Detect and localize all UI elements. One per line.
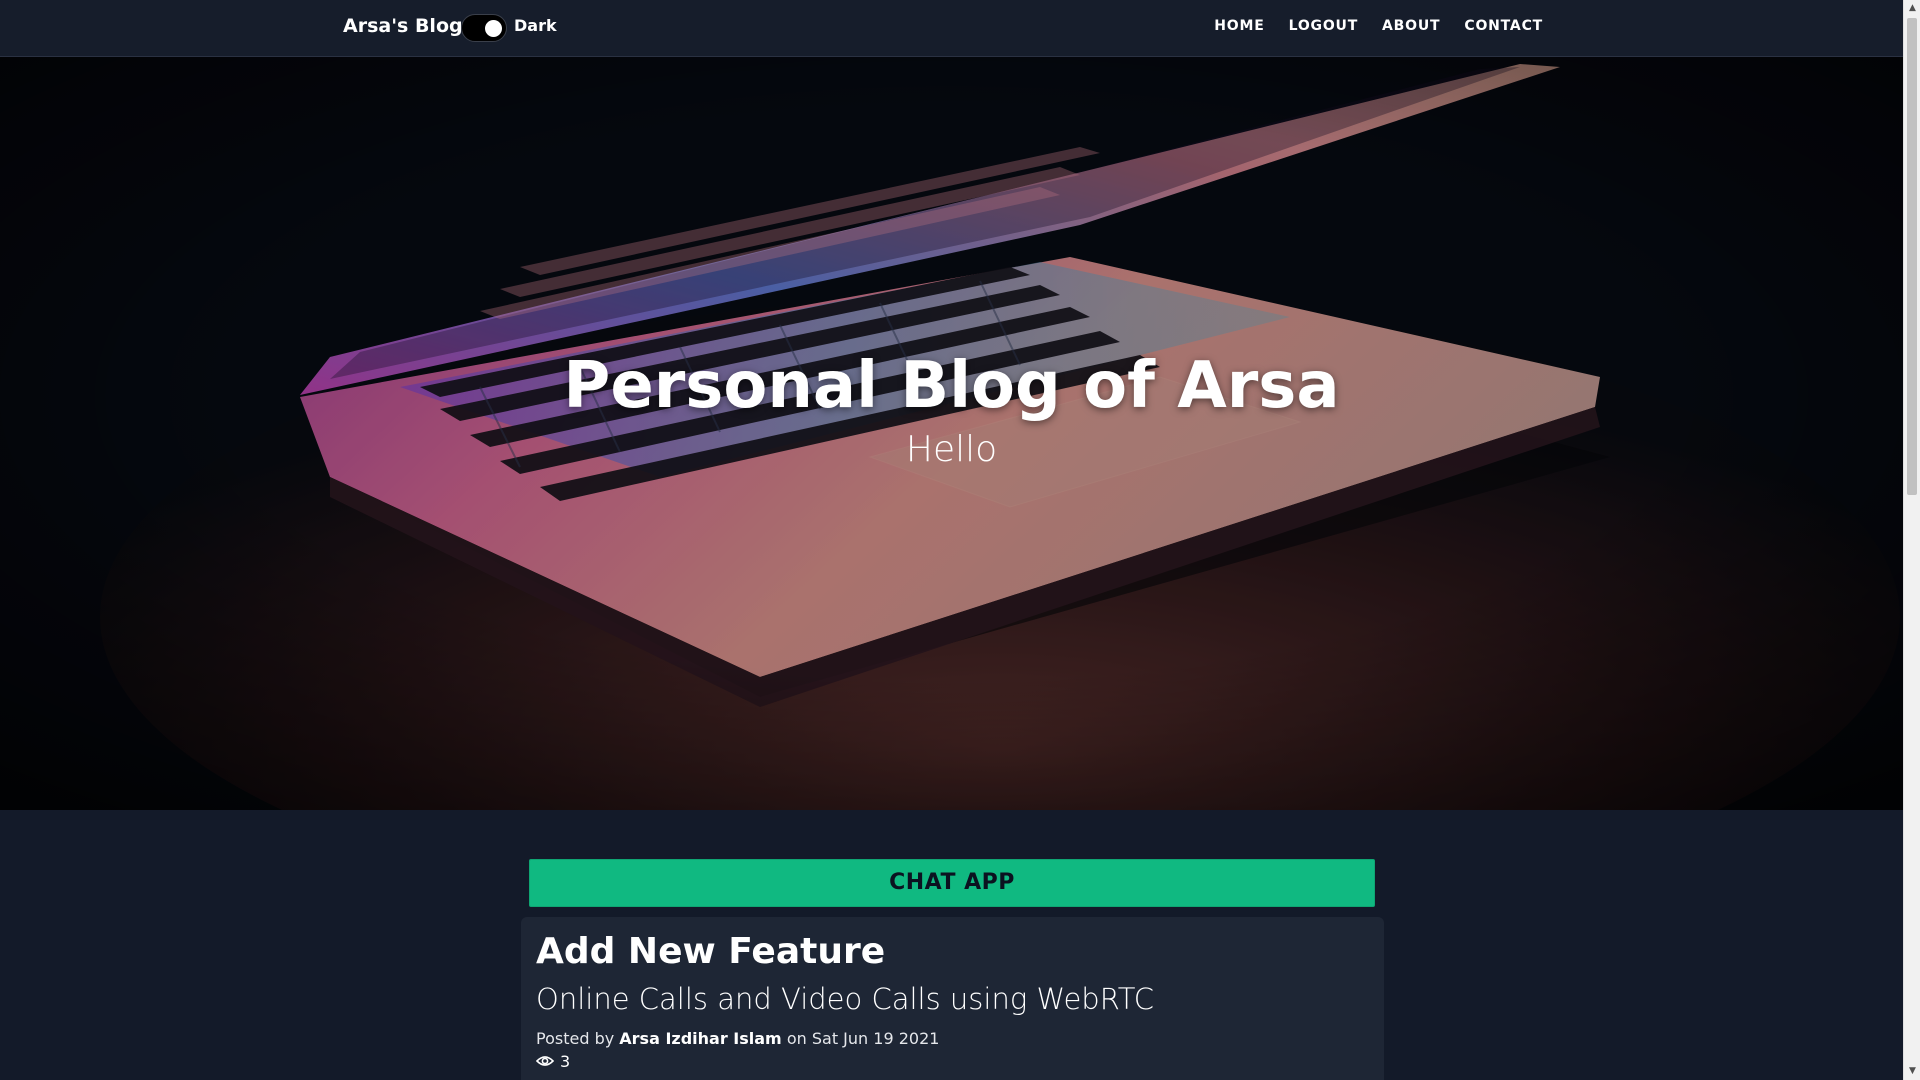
post-views: 3 bbox=[535, 1052, 571, 1071]
main-content: CHAT APP Add New Feature Online Calls an… bbox=[0, 810, 1903, 1080]
eye-icon bbox=[535, 1052, 555, 1071]
scroll-up-arrow-icon[interactable]: ▲ bbox=[1904, 0, 1920, 17]
post-subtitle[interactable]: Online Calls and Video Calls using WebRT… bbox=[536, 982, 1154, 1016]
dark-mode-toggle[interactable] bbox=[461, 14, 507, 42]
vertical-scrollbar[interactable]: ▲ ▼ bbox=[1903, 0, 1920, 1080]
post-author-link[interactable]: Arsa Izdihar Islam bbox=[619, 1029, 781, 1048]
scrollbar-thumb[interactable] bbox=[1907, 18, 1917, 495]
navbar: Arsa's Blog Dark HOME LOGOUT ABOUT CONTA… bbox=[0, 0, 1903, 57]
nav-logout[interactable]: LOGOUT bbox=[1289, 18, 1358, 34]
post-title[interactable]: Add New Feature bbox=[536, 931, 885, 972]
post-meta: Posted by Arsa Izdihar Islam on Sat Jun … bbox=[536, 1029, 939, 1048]
post-date: Sat Jun 19 2021 bbox=[811, 1029, 940, 1048]
hero-title: Personal Blog of Arsa bbox=[563, 349, 1340, 423]
nav-about[interactable]: ABOUT bbox=[1382, 18, 1440, 34]
date-prefix: on bbox=[786, 1029, 807, 1048]
views-count: 3 bbox=[560, 1052, 571, 1071]
post-preview-card[interactable]: Add New Feature Online Calls and Video C… bbox=[521, 917, 1384, 1080]
nav-home[interactable]: HOME bbox=[1214, 18, 1264, 34]
nav-links: HOME LOGOUT ABOUT CONTACT bbox=[1214, 18, 1543, 34]
scroll-down-arrow-icon[interactable]: ▼ bbox=[1904, 1063, 1920, 1080]
brand-link[interactable]: Arsa's Blog bbox=[343, 15, 463, 37]
hero-subtitle: Hello bbox=[905, 429, 998, 470]
chat-app-button[interactable]: CHAT APP bbox=[529, 859, 1375, 907]
dark-mode-label: Dark bbox=[514, 16, 557, 35]
page: Arsa's Blog Dark HOME LOGOUT ABOUT CONTA… bbox=[0, 0, 1920, 1080]
posted-by-prefix: Posted by bbox=[536, 1029, 615, 1048]
hero-banner: Personal Blog of Arsa Hello bbox=[0, 57, 1903, 810]
nav-contact[interactable]: CONTACT bbox=[1464, 18, 1543, 34]
toggle-knob bbox=[485, 20, 502, 37]
